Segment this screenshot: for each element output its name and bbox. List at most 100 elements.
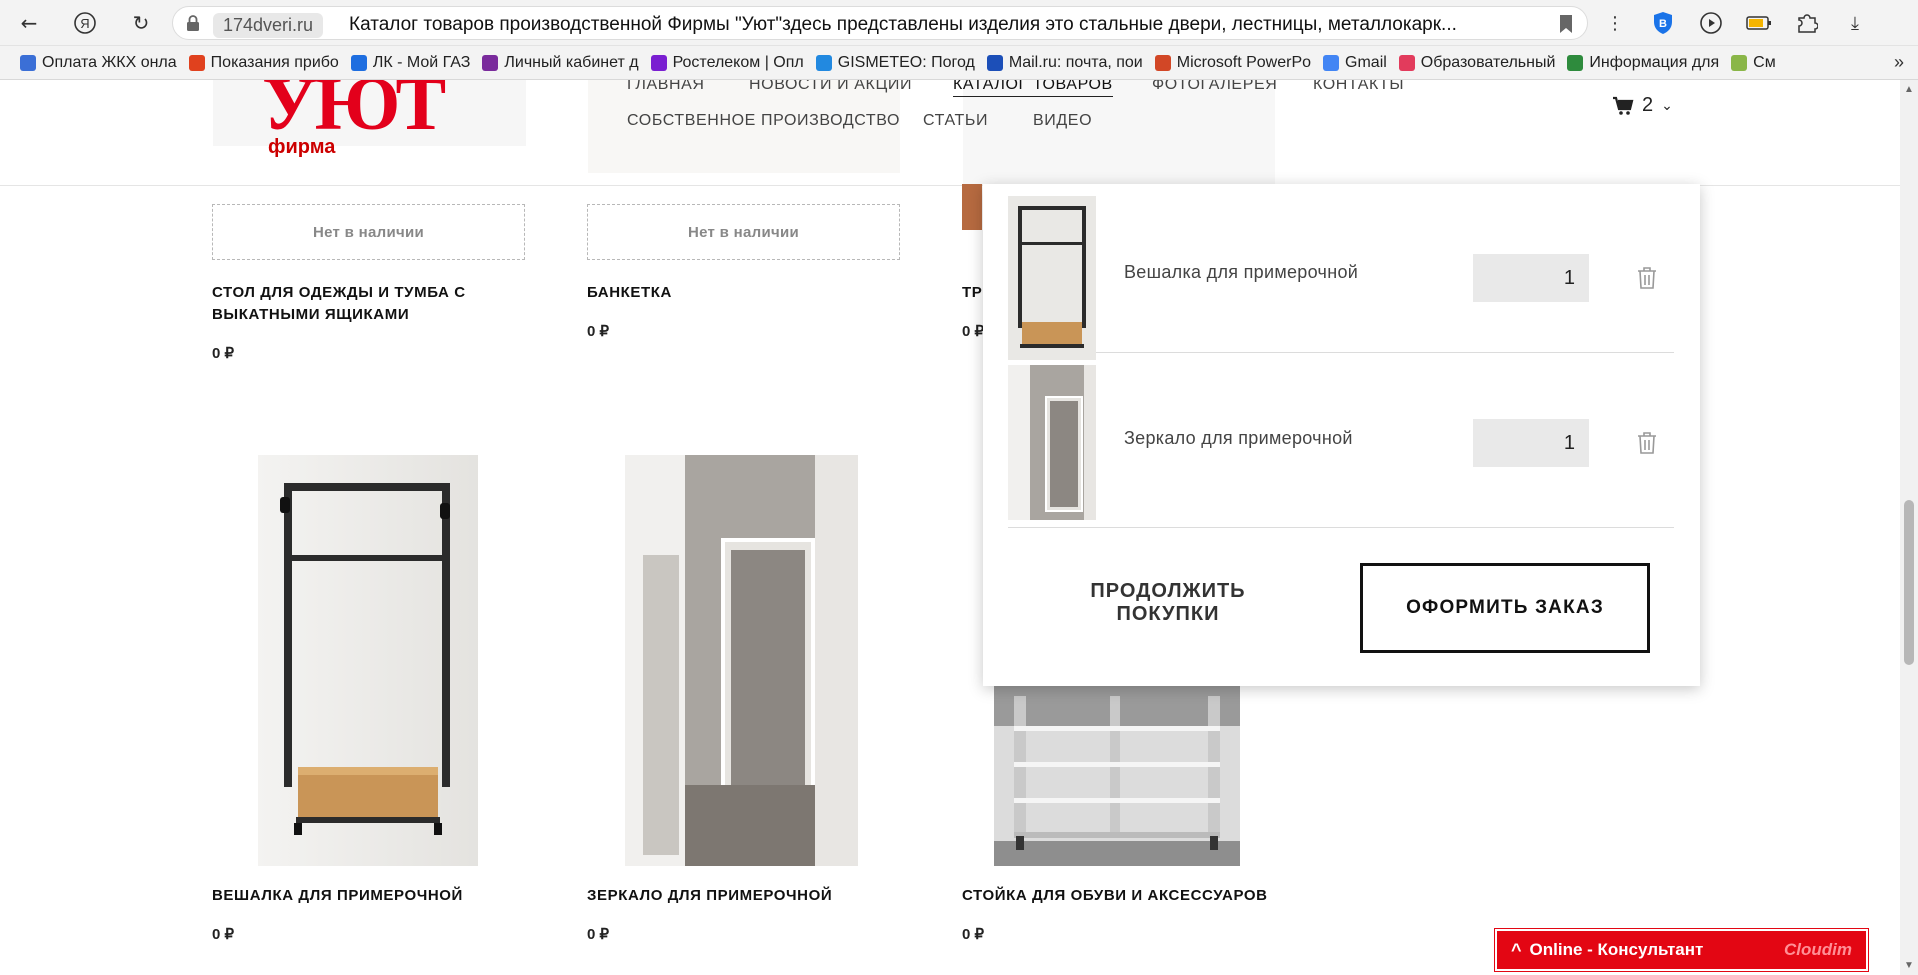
product-image-mirror[interactable]	[625, 455, 858, 866]
product-image-shoe-stand[interactable]	[994, 686, 1240, 866]
cart-item: Вешалка для примерочной	[1008, 190, 1674, 360]
bookmark-label: См	[1753, 53, 1776, 71]
battery-icon[interactable]	[1744, 8, 1774, 38]
product-price: 0 ₽	[212, 926, 235, 943]
quantity-input[interactable]	[1473, 254, 1589, 302]
trash-icon[interactable]	[1636, 266, 1658, 290]
bookmark-favicon-icon	[986, 54, 1003, 71]
product-price: 0 ₽	[212, 345, 235, 362]
stock-status: Нет в наличии	[587, 204, 900, 260]
bookmark-item[interactable]: Ростелеком | Опл	[650, 54, 804, 72]
page-scrollbar[interactable]: ▲ ▼	[1900, 80, 1918, 975]
cart-item-thumbnail[interactable]	[1008, 365, 1096, 520]
cart-item-name: Вешалка для примерочной	[1124, 262, 1359, 282]
scroll-up-arrow-icon[interactable]: ▲	[1904, 84, 1914, 95]
scroll-down-arrow-icon[interactable]: ▼	[1904, 960, 1914, 971]
bookmarks-overflow-icon[interactable]: »	[1894, 52, 1904, 73]
bookmark-label: Личный кабинет д	[504, 53, 639, 71]
trash-icon[interactable]	[1636, 431, 1658, 455]
product-title[interactable]: БАНКЕТКА	[587, 282, 672, 304]
cart-item: Зеркало для примерочной	[1008, 353, 1674, 528]
menu-item-articles[interactable]: СТАТЬИ	[923, 112, 988, 130]
bookmark-item[interactable]: Показания прибо	[188, 54, 339, 72]
shield-extension-icon[interactable]: B	[1648, 8, 1678, 38]
cart-popup: Вешалка для примерочной Зеркало для прим…	[983, 184, 1700, 686]
bookmark-label: GISMETEO: Погод	[837, 53, 975, 71]
product-image-hanger[interactable]	[258, 455, 478, 866]
menu-item-news[interactable]: НОВОСТИ И АКЦИИ	[749, 80, 912, 94]
bookmark-favicon-icon	[1398, 54, 1415, 71]
bookmark-item[interactable]: Оплата ЖКХ онла	[20, 54, 177, 72]
cart-item-thumbnail[interactable]	[1008, 196, 1096, 360]
bookmark-item[interactable]: GISMETEO: Погод	[815, 53, 975, 72]
puzzle-extension-icon[interactable]	[1792, 8, 1822, 38]
product-price: 0 ₽	[587, 323, 610, 340]
bookmark-favicon-icon	[1323, 54, 1340, 71]
consultant-label: Online - Консультант	[1529, 940, 1704, 959]
svg-text:Я: Я	[80, 16, 89, 31]
back-arrow-icon[interactable]: ←	[14, 8, 44, 38]
bookmark-item[interactable]: ЛК - Мой ГАЗ	[350, 53, 471, 72]
bookmark-favicon-icon	[1154, 54, 1171, 71]
bookmark-item[interactable]: Mail.ru: почта, пои	[986, 53, 1143, 72]
logo-subtitle: фирма	[268, 136, 336, 158]
menu-item-home[interactable]: ГЛАВНАЯ	[627, 80, 705, 94]
product-price: 0 ₽	[962, 323, 985, 340]
menu-item-contacts[interactable]: КОНТАКТЫ	[1313, 80, 1404, 94]
bookmark-favicon-icon	[1567, 54, 1584, 71]
product-price: 0 ₽	[962, 926, 985, 943]
bookmark-favicon-icon	[350, 54, 367, 71]
bookmark-item[interactable]: Образовательный	[1398, 54, 1555, 72]
cart-button[interactable]: 2 ⌄	[1612, 94, 1673, 117]
address-bar[interactable]: 174dveri.ru Каталог товаров производстве…	[172, 6, 1588, 40]
bookmark-item[interactable]: Личный кабинет д	[482, 53, 639, 72]
bookmark-item[interactable]: Gmail	[1323, 54, 1387, 72]
product-title[interactable]: СТОЙКА ДЛЯ ОБУВИ И АКСЕССУАРОВ	[962, 885, 1268, 907]
bookmark-favicon-icon	[482, 54, 499, 71]
yandex-icon[interactable]: Я	[70, 8, 100, 38]
bookmark-item[interactable]: Информация для	[1567, 54, 1719, 72]
bookmark-label: Оплата ЖКХ онла	[42, 53, 177, 71]
product-image-edge	[962, 184, 982, 230]
bookmark-label: Информация для	[1589, 53, 1720, 71]
play-icon[interactable]	[1696, 8, 1726, 38]
reload-icon[interactable]: ↻	[126, 8, 156, 38]
bookmark-item[interactable]: См	[1731, 54, 1776, 72]
product-title[interactable]: ВЕШАЛКА ДЛЯ ПРИМЕРОЧНОЙ	[212, 885, 463, 907]
download-icon[interactable]: ⤓	[1840, 8, 1870, 38]
bookmark-favicon-icon	[815, 54, 832, 71]
logo-mark: УЮТ	[262, 80, 446, 146]
menu-item-video[interactable]: ВИДЕО	[1033, 112, 1092, 130]
bookmark-favicon-icon	[20, 54, 36, 71]
product-title[interactable]: СТОЛ ДЛЯ ОДЕЖДЫ И ТУМБА С ВЫКАТНЫМИ ЯЩИК…	[212, 282, 502, 326]
bookmark-label: Mail.ru: почта, пои	[1008, 53, 1143, 71]
product-title[interactable]: ТР	[962, 282, 982, 304]
site-header: УЮТ фирма ГЛАВНАЯ НОВОСТИ И АКЦИИ КАТАЛО…	[0, 80, 1900, 186]
lock-icon	[187, 15, 199, 31]
stock-status: Нет в наличии	[212, 204, 525, 260]
checkout-button[interactable]: ОФОРМИТЬ ЗАКАЗ	[1360, 563, 1650, 653]
menu-item-catalog[interactable]: КАТАЛОГ ТОВАРОВ	[953, 80, 1113, 97]
quantity-input[interactable]	[1473, 419, 1589, 467]
bookmark-label: ЛК - Мой ГАЗ	[372, 53, 471, 71]
bookmark-label: Microsoft PowerPo	[1176, 53, 1312, 71]
bookmark-favicon-icon	[188, 54, 205, 71]
continue-shopping-button[interactable]: ПРОДОЛЖИТЬ ПОКУПКИ	[1038, 579, 1298, 627]
menu-item-gallery[interactable]: ФОТОГАЛЕРЕЯ	[1152, 80, 1277, 94]
cart-count: 2	[1642, 94, 1654, 116]
more-menu-icon[interactable]: ⋮	[1600, 8, 1630, 38]
product-title[interactable]: ЗЕРКАЛО ДЛЯ ПРИМЕРОЧНОЙ	[587, 885, 832, 907]
consultant-brand: Cloudim	[1784, 940, 1852, 959]
menu-item-production[interactable]: СОБСТВЕННОЕ ПРОИЗВОДСТВО	[627, 112, 900, 130]
site-logo[interactable]: УЮТ фирма	[262, 80, 452, 162]
bookmark-label: Gmail	[1345, 53, 1387, 71]
bookmark-item[interactable]: Microsoft PowerPo	[1154, 53, 1312, 72]
svg-text:B: B	[1659, 18, 1667, 30]
bookmark-icon[interactable]	[1557, 14, 1575, 34]
product-price: 0 ₽	[587, 926, 610, 943]
bookmark-favicon-icon	[650, 54, 667, 71]
scrollbar-thumb[interactable]	[1904, 500, 1914, 665]
online-consultant-widget[interactable]: ^ Online - Консультант Cloudim	[1495, 929, 1868, 971]
page-title: Каталог товаров производственной Фирмы "…	[349, 14, 1457, 35]
url-domain[interactable]: 174dveri.ru	[213, 13, 324, 38]
